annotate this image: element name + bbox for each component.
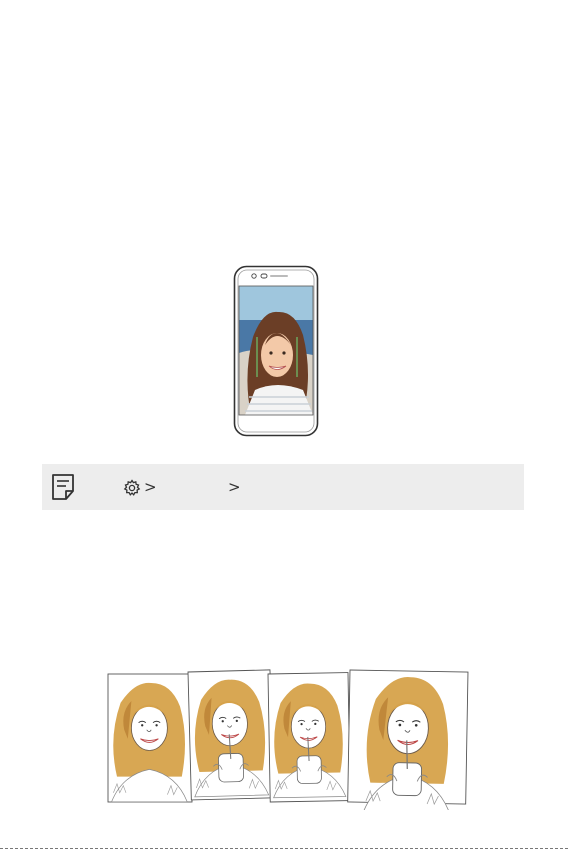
phone-selfie-illustration [233, 265, 319, 437]
note-icon [52, 474, 74, 500]
breadcrumb-separator: > [228, 478, 241, 496]
page-bottom-rule [0, 848, 568, 849]
breadcrumb-separator: > [144, 478, 157, 496]
note-bar: > > [42, 464, 524, 510]
sketch-frames-illustration [107, 669, 469, 810]
gear-icon [123, 479, 141, 496]
